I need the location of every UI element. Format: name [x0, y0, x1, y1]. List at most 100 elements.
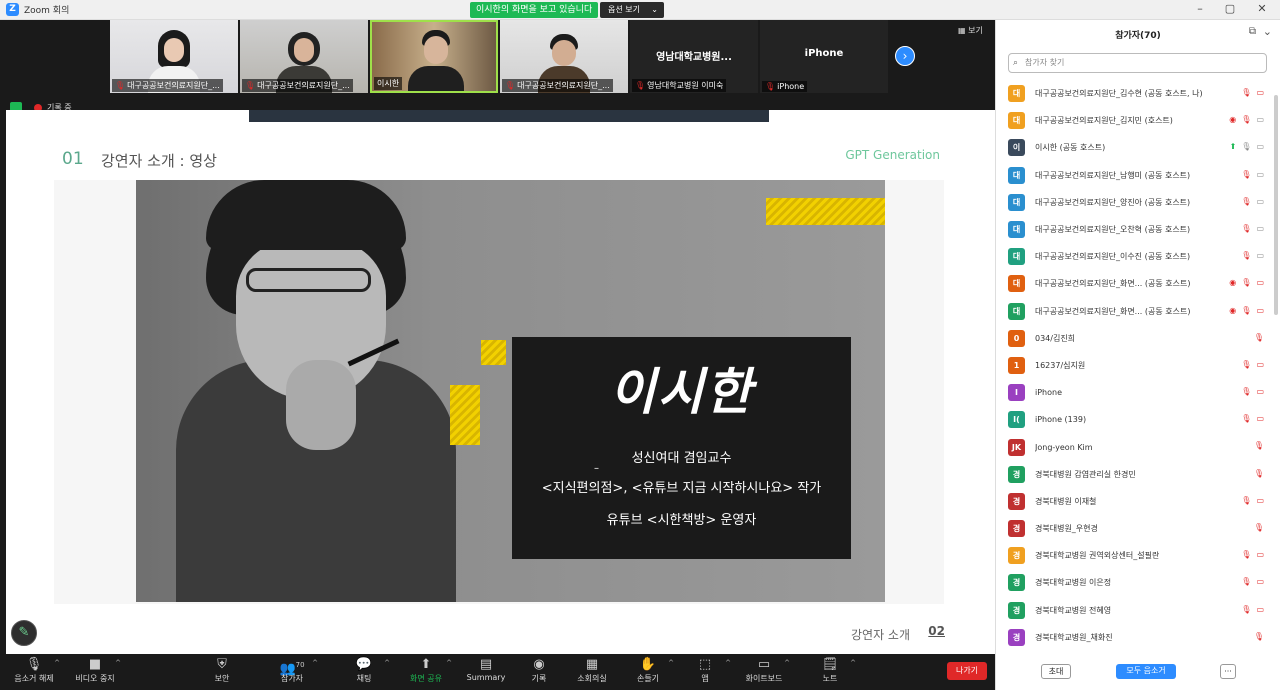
video-off-icon: ▭ [1256, 495, 1264, 505]
toolbar-label: 손들기 [636, 674, 660, 683]
toolbar-label: 화이트보드 [745, 674, 783, 683]
close-icon[interactable]: ✕ [1252, 2, 1272, 15]
participant-row[interactable]: I(iPhone (139) 🎙 ▭ [1008, 406, 1270, 433]
apps-button[interactable]: ⬚ 앱 ^ [675, 657, 735, 684]
video-tile-active-speaker[interactable]: 이시한 [370, 20, 498, 93]
participant-list: 대 대구공공보건의료지원단_김수현 (공동 호스트, 나) 🎙 ▭ 대 대구공공보건의료지… [1008, 80, 1270, 651]
participant-row[interactable]: 대 대구공공보건의료지원단_화면... (공동 호스트) ◉ 🎙 ▭ [1008, 298, 1270, 325]
annotate-pencil-icon[interactable]: ✎ [11, 620, 37, 646]
view-button[interactable]: ▦ 보기 [958, 25, 983, 36]
participant-row[interactable]: 경 경북대학교병원 권역외상센터_설필란 🎙 ▭ [1008, 542, 1270, 569]
participant-row[interactable]: 대 대구공공보건의료지원단_이수진 (공동 호스트) 🎙 ▭ [1008, 243, 1270, 270]
participant-name: 경북대병원 이재철 [1035, 496, 1097, 506]
mic-muted-icon: 🎙 [1241, 278, 1252, 288]
mic-muted-icon: 🎙 [1241, 604, 1252, 614]
panel-scrollbar[interactable] [1274, 95, 1278, 315]
security-button[interactable]: ⛨ 보안 [192, 657, 252, 684]
participant-row[interactable]: 경 경북대병원 감염관리실 한경민 🎙 [1008, 461, 1270, 488]
chevron-up-icon[interactable]: ^ [668, 659, 674, 667]
maximize-icon[interactable]: ▢ [1220, 2, 1240, 15]
participant-row[interactable]: 대 대구공공보건의료지원단_김지민 (호스트) ◉ 🎙 ▭ [1008, 107, 1270, 134]
video-tile[interactable]: 영남대학교병원... 🎙 영남대학교병원 이미숙 [630, 20, 758, 93]
participant-name: 대구공공보건의료지원단_남행미 (공동 호스트) [1035, 170, 1191, 180]
video-tile[interactable]: 🎙 대구공공보건의료지원단_... [500, 20, 628, 93]
popout-icon[interactable]: ⧉ [1249, 26, 1256, 37]
breakout-rooms-button[interactable]: ▦ 소회의실 [562, 657, 622, 684]
chevron-up-icon[interactable]: ^ [312, 659, 318, 667]
invite-button[interactable]: 초대 [1041, 664, 1071, 679]
raise-hand-button[interactable]: ✋ 손들기 ^ [618, 657, 678, 684]
next-page-button[interactable]: › [895, 46, 915, 66]
mic-muted-icon: 🎙 [1241, 251, 1252, 261]
participant-status-icons: 🎙 [1254, 632, 1264, 641]
mic-muted-icon: 🎙 [1241, 387, 1252, 397]
panel-close-icon[interactable]: ⌄ [1263, 25, 1272, 38]
view-options-button[interactable]: 옵션 보기 ⌄ [600, 2, 664, 18]
participant-row[interactable]: JK Jong-yeon Kim 🎙 [1008, 433, 1270, 460]
participant-status-icons: 🎙 ▭ [1241, 550, 1264, 559]
video-tile[interactable]: 🎙 대구공공보건의료지원단_... [110, 20, 238, 93]
video-off-icon: ▭ [1256, 387, 1264, 397]
chevron-up-icon[interactable]: ^ [115, 659, 121, 667]
stop-video-button[interactable]: ■ 비디오 중지 ^ [65, 657, 125, 684]
summary-button[interactable]: ▤ Summary [456, 657, 516, 682]
notes-button[interactable]: 🗒 노트 ^ [800, 657, 860, 684]
chevron-up-icon[interactable]: ^ [446, 659, 452, 667]
participant-status-icons: ◉ 🎙 ▭ [1229, 306, 1264, 315]
mic-muted-icon: 🎙 [1241, 196, 1252, 206]
participant-row[interactable]: 경 경북대병원_우현경 🎙 [1008, 515, 1270, 542]
search-placeholder: 참가자 찾기 [1025, 58, 1065, 67]
avatar: 대 [1008, 221, 1025, 239]
video-strip: 🎙 대구공공보건의료지원단_... 🎙 대구공공보건의료지원단_... 이시한 🎙 대… [110, 20, 888, 93]
participant-row[interactable]: 0 034/김진희 🎙 [1008, 325, 1270, 352]
participant-row[interactable]: 대 대구공공보건의료지원단_오찬혁 (공동 호스트) 🎙 ▭ [1008, 216, 1270, 243]
mic-muted-icon: 🎙 [765, 82, 776, 91]
participant-name: 경북대학교병원 권역외상센터_설필란 [1035, 551, 1160, 561]
participant-status-icons: 🎙 ▭ [1241, 170, 1264, 179]
video-tile[interactable]: 🎙 대구공공보건의료지원단_... [240, 20, 368, 93]
participant-row[interactable]: 경 경북대학교병원_채화진 🎙 [1008, 624, 1270, 651]
participant-row[interactable]: 경 경북대병원 이재철 🎙 ▭ [1008, 488, 1270, 515]
participants-panel: 참가자(70) ⧉ ⌄ ⌕ 참가자 찾기 대 대구공공보건의료지원단_김수현 (공동… [995, 20, 1280, 690]
speaker-name-card: 이시한 성신여대 겸임교수 – <지식편의점>, <유튜브 지금 시작하시나요>… [512, 337, 851, 559]
whiteboard-button[interactable]: ▭ 화이트보드 ^ [734, 657, 794, 684]
video-tile[interactable]: iPhone 🎙 iPhone [760, 20, 888, 93]
participant-name: 경북대학교병원 전혜영 [1035, 605, 1112, 615]
participant-row[interactable]: 대 대구공공보건의료지원단_김수현 (공동 호스트, 나) 🎙 ▭ [1008, 80, 1270, 107]
share-screen-button[interactable]: ⬆ 화면 공유 ^ [396, 657, 456, 684]
chevron-up-icon[interactable]: ^ [725, 659, 731, 667]
participant-row[interactable]: 경 경북대학교병원 이은정 🎙 ▭ [1008, 569, 1270, 596]
video-icon: ▭ [1256, 223, 1264, 233]
participant-row[interactable]: 경 경북대학교병원 전혜영 🎙 ▭ [1008, 597, 1270, 624]
video-off-icon: ▭ [1256, 359, 1264, 369]
participant-status-icons: 🎙 ▭ [1241, 387, 1264, 396]
participant-row[interactable]: IiPhone 🎙 ▭ [1008, 379, 1270, 406]
mic-muted-icon: 🎙 [1241, 223, 1252, 233]
unmute-button[interactable]: 🎙 음소거 해제 ^ [4, 657, 64, 684]
chevron-up-icon[interactable]: ^ [54, 659, 60, 667]
more-options-button[interactable]: ··· [1220, 664, 1236, 679]
minimize-icon[interactable]: – [1190, 2, 1210, 15]
participant-row[interactable]: 대 대구공공보건의료지원단_화면... (공동 호스트) ◉ 🎙 ▭ [1008, 270, 1270, 297]
leave-button[interactable]: 나가기 [947, 662, 987, 680]
chevron-up-icon[interactable]: ^ [784, 659, 790, 667]
chat-button[interactable]: 💬 채팅 ^ [334, 657, 394, 684]
avatar: 경 [1008, 547, 1025, 565]
participant-row[interactable]: 1 16237/심지원 🎙 ▭ [1008, 352, 1270, 379]
participant-status-icons: 🎙 ▭ [1241, 251, 1264, 260]
mute-all-button[interactable]: 모두 음소거 [1116, 664, 1176, 679]
participant-row[interactable]: 이 이시한 (공동 호스트) ⬆ 🎙 ▭ [1008, 134, 1270, 161]
chevron-up-icon[interactable]: ^ [384, 659, 390, 667]
participants-button[interactable]: 👥70 참가자 ^ [262, 657, 322, 684]
video-off-icon: ▭ [1256, 278, 1264, 288]
mic-muted-icon: 🎙 [1241, 577, 1252, 587]
participant-search-input[interactable]: ⌕ 참가자 찾기 [1008, 53, 1267, 73]
participant-row[interactable]: 대 대구공공보건의료지원단_양진아 (공동 호스트) 🎙 ▭ [1008, 189, 1270, 216]
participant-status-icons: 🎙 ▭ [1241, 360, 1264, 369]
participant-row[interactable]: 대 대구공공보건의료지원단_남행미 (공동 호스트) 🎙 ▭ [1008, 162, 1270, 189]
chevron-up-icon[interactable]: ^ [850, 659, 856, 667]
slide-heading: 강연자 소개 : 영상 [101, 152, 217, 170]
avatar: 대 [1008, 112, 1025, 130]
speaker-name: 이시한 [609, 363, 754, 421]
record-button[interactable]: ◉ 기록 [509, 657, 569, 684]
